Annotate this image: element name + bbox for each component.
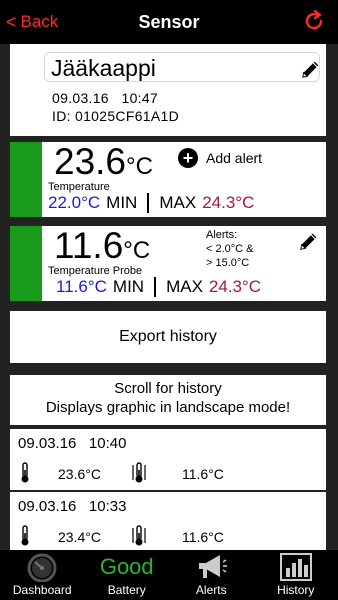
tab-bar: Dashboard Good Battery Alerts History — [0, 550, 338, 600]
sensor-id: ID: 01025CF61A1D — [52, 108, 179, 124]
megaphone-icon — [199, 555, 228, 578]
history-time: 10:33 — [88, 498, 127, 515]
nav-bar: < Back Sensor — [0, 0, 338, 44]
max-label: MAX — [166, 277, 203, 296]
pencil-icon[interactable] — [300, 58, 322, 80]
temperature-minmax: 22.0°C MIN MAX 24.3°C — [48, 193, 254, 213]
last-update-date: 09.03.16 — [52, 90, 109, 106]
probe-label: Temperature Probe — [48, 265, 143, 277]
tab-label: Alerts — [195, 583, 227, 597]
scroll-hint: Scroll for history Displays graphic in l… — [10, 375, 326, 425]
history-row: 09.03.16 10:33 23.4°C 11.6°C — [10, 492, 326, 550]
tab-battery[interactable]: Good Battery — [85, 550, 170, 600]
status-indicator — [10, 226, 42, 301]
history-probe: 11.6°C — [182, 529, 224, 545]
gauge-icon — [27, 553, 57, 582]
sensor-id-value: 01025CF61A1D — [75, 108, 179, 124]
alerts-title: Alerts: — [206, 229, 238, 241]
probe-max: 24.3°C — [208, 277, 262, 296]
export-history-button[interactable]: Export history — [10, 311, 326, 363]
scroll-hint-line1: Scroll for history — [114, 380, 222, 397]
refresh-icon[interactable] — [302, 9, 326, 33]
tab-dashboard[interactable]: Dashboard — [0, 550, 85, 600]
sensor-content[interactable]: Jääkaappi 09.03.16 10:47 ID: 01025CF61A1… — [0, 44, 338, 550]
divider — [154, 277, 157, 297]
temperature-value: 23.6 — [54, 141, 127, 182]
plus-circle-icon: + — [178, 148, 198, 168]
temperature-min: 22.0°C — [48, 193, 101, 212]
tab-label: History — [277, 583, 315, 597]
alert-high: > 15.0°C — [206, 257, 250, 269]
thermometer-probe-icon — [132, 525, 146, 546]
history-probe: 11.6°C — [182, 466, 224, 482]
history-date: 09.03.16 — [18, 435, 77, 452]
history-row: 09.03.16 10:40 23.6°C 11.6°C — [10, 429, 326, 490]
tab-history[interactable]: History — [254, 550, 338, 600]
pencil-icon[interactable] — [298, 230, 320, 252]
history-temperature: 23.6°C — [58, 466, 101, 482]
temperature-label: Temperature — [48, 181, 110, 193]
tab-label: Battery — [107, 583, 146, 597]
probe-unit: °C — [123, 237, 151, 264]
last-update: 09.03.16 10:47 — [52, 90, 158, 106]
history-temperature: 23.4°C — [58, 529, 101, 545]
add-alert-button[interactable]: + Add alert — [178, 148, 262, 168]
thermometer-icon — [21, 462, 29, 483]
sensor-name-field[interactable]: Jääkaappi — [44, 52, 320, 82]
history-time: 10:40 — [88, 435, 127, 452]
history-timestamp: 09.03.16 10:40 — [18, 435, 126, 452]
thermometer-probe-icon — [132, 462, 146, 483]
status-indicator — [10, 142, 42, 217]
probe-value: 11.6 — [54, 225, 124, 266]
temperature-card: 23.6°C + Add alert Temperature 22.0°C MI… — [10, 142, 326, 217]
temperature-max: 24.3°C — [202, 193, 255, 212]
probe-minmax: 11.6°C MIN MAX 24.3°C — [56, 277, 261, 297]
tab-alerts[interactable]: Alerts — [169, 550, 254, 600]
tab-label: Dashboard — [12, 583, 72, 597]
probe-min: 11.6°C — [56, 277, 107, 296]
min-label: MIN — [106, 193, 138, 212]
last-update-time: 10:47 — [121, 90, 159, 106]
battery-status: Good — [99, 554, 154, 579]
sensor-id-label: ID: — [52, 108, 71, 124]
history-date: 09.03.16 — [18, 498, 77, 515]
history-timestamp: 09.03.16 10:33 — [18, 498, 126, 515]
add-alert-label: Add alert — [206, 150, 263, 166]
min-label: MIN — [112, 277, 145, 296]
alert-low: < 2.0°C & — [206, 243, 254, 255]
max-label: MAX — [159, 193, 197, 212]
temperature-unit: °C — [126, 153, 153, 180]
probe-card: 11.6°C Alerts: < 2.0°C & > 15.0°C Temper… — [10, 226, 326, 301]
bar-chart-icon — [279, 553, 312, 581]
scroll-hint-line2: Displays graphic in landscape mode! — [45, 399, 291, 416]
alerts-summary: Alerts: < 2.0°C & > 15.0°C — [206, 228, 254, 270]
divider — [147, 193, 150, 213]
page-title: Sensor — [138, 12, 200, 32]
thermometer-icon — [21, 525, 29, 546]
sensor-header-card: Jääkaappi 09.03.16 10:47 ID: 01025CF61A1… — [10, 44, 326, 136]
